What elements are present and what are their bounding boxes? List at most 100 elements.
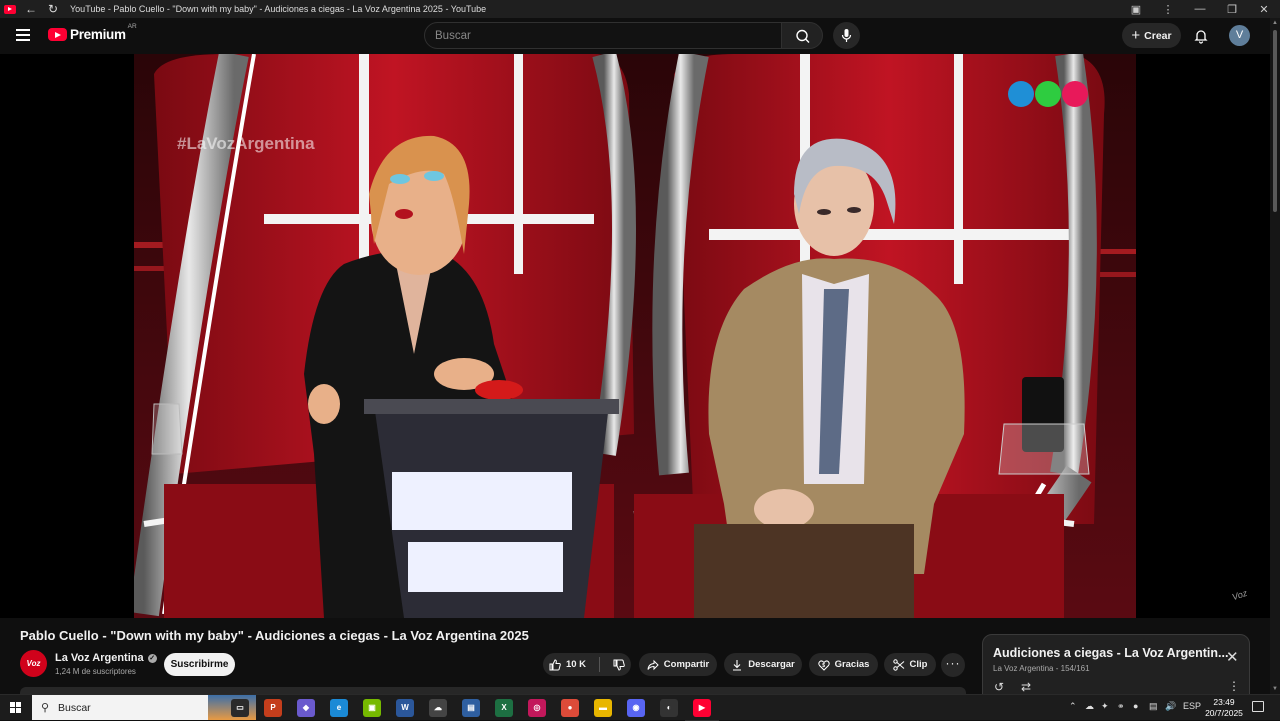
clock-date: 20/7/2025 [1205, 708, 1243, 718]
voice-search-button[interactable] [833, 22, 860, 49]
youtube-favicon-icon [4, 4, 16, 14]
menu-icon[interactable] [16, 29, 30, 41]
taskbar-powerpoint-icon[interactable]: P [264, 699, 282, 717]
video-title: Pablo Cuello - "Down with my baby" - Aud… [20, 628, 529, 643]
windows-start-icon[interactable] [10, 702, 21, 713]
broadcaster-logo-green [1035, 81, 1061, 107]
back-arrow-icon[interactable]: ← [24, 3, 38, 15]
network-icon[interactable]: ▤ [1149, 701, 1158, 712]
volume-icon[interactable]: 🔊 [1165, 701, 1176, 712]
taskbar-steam-app-icon[interactable]: ◐ [660, 699, 678, 717]
window-titlebar: ← ↻ YouTube - Pablo Cuello - "Down with … [0, 0, 1280, 18]
taskbar-storage-app-icon[interactable]: ▤ [462, 699, 480, 717]
channel-name[interactable]: La Voz Argentina [55, 652, 144, 664]
close-icon[interactable]: ✕ [1248, 3, 1280, 16]
search-button[interactable] [781, 22, 823, 49]
channel-avatar[interactable]: Voz [20, 650, 47, 677]
loop-icon[interactable]: ↺ [994, 680, 1004, 694]
channel-name-row[interactable]: La Voz Argentina ✓ [55, 652, 157, 664]
search-icon [796, 29, 810, 43]
taskbar-media-app-icon[interactable]: ◎ [528, 699, 546, 717]
create-button[interactable]: + Crear [1122, 23, 1181, 48]
like-count[interactable]: 10 K [566, 659, 586, 670]
search-input[interactable] [425, 23, 781, 48]
playlist-channel[interactable]: La Voz Argentina [993, 664, 1054, 673]
taskbar-discord-icon[interactable]: ◉ [627, 699, 645, 717]
reload-icon[interactable]: ↻ [46, 3, 60, 15]
taskbar-excel-icon[interactable]: X [495, 699, 513, 717]
search-box [424, 22, 782, 49]
browser-menu-icon[interactable]: ⋮ [1152, 3, 1184, 16]
masthead: Premium AR + Crear V [0, 18, 1270, 54]
minimize-icon[interactable]: — [1184, 3, 1216, 15]
usb-icon[interactable]: ⚭ [1117, 701, 1125, 712]
verified-check-icon: ✓ [147, 653, 157, 663]
restore-icon[interactable]: ❐ [1216, 3, 1248, 16]
video-overlay-hashtag: #LaVozArgentina [177, 134, 315, 153]
country-code: AR [127, 23, 137, 30]
share-icon [647, 659, 659, 670]
playlist-more-icon[interactable]: ⋮ [1228, 679, 1240, 693]
thanks-heart-icon: $ [817, 659, 830, 671]
taskbar-search-label: Buscar [58, 702, 91, 714]
youtube-play-icon [48, 28, 67, 41]
scissors-icon [892, 658, 904, 671]
taskbar-file-explorer-icon[interactable]: ▬ [594, 699, 612, 717]
plus-icon: + [1131, 26, 1141, 44]
more-actions-icon[interactable]: ··· [941, 653, 965, 677]
tray-overflow-icon[interactable]: ⌃ [1069, 701, 1077, 712]
scrollbar-thumb[interactable] [1273, 30, 1277, 212]
youtube-premium-logo[interactable]: Premium AR [48, 23, 137, 42]
notifications-bell-icon[interactable] [1193, 28, 1209, 44]
logo-text: Premium [70, 27, 126, 42]
playlist-position: 154/161 [1060, 664, 1090, 673]
clip-label: Clip [909, 659, 928, 670]
thanks-button[interactable]: $ Gracias [809, 653, 878, 676]
taskbar-nvidia-icon[interactable]: ▣ [363, 699, 381, 717]
taskbar-chrome-icon[interactable]: ● [561, 699, 579, 717]
taskbar-word-icon[interactable]: W [396, 699, 414, 717]
taskbar-search[interactable]: ⚲ Buscar [32, 695, 256, 720]
download-label: Descargar [748, 659, 795, 670]
like-dislike-group: 10 K [543, 653, 631, 676]
mic-tray-icon[interactable]: ● [1133, 701, 1138, 711]
broadcaster-logo-blue [1008, 81, 1034, 107]
extensions-icon[interactable]: ▣ [1120, 3, 1152, 16]
playlist-title[interactable]: Audiciones a ciegas - La Voz Argentin... [993, 646, 1228, 660]
language-indicator[interactable]: ESP [1183, 701, 1201, 711]
taskbar-clock[interactable]: 23:49 20/7/2025 [1204, 697, 1244, 719]
onedrive-icon[interactable]: ☁ [1085, 701, 1094, 712]
shuffle-icon[interactable]: ⇄ [1021, 680, 1031, 694]
download-button[interactable]: Descargar [724, 653, 802, 676]
subscribe-button[interactable]: Suscribirme [164, 653, 235, 676]
taskbar-copilot-icon[interactable]: ◆ [297, 699, 315, 717]
like-separator [599, 657, 601, 672]
playlist-meta: La Voz Argentina - 154/161 [993, 664, 1090, 673]
like-icon[interactable] [549, 658, 561, 671]
playlist-panel[interactable]: Audiciones a ciegas - La Voz Argentin...… [982, 634, 1250, 699]
window-title: YouTube - Pablo Cuello - "Down with my b… [70, 4, 487, 14]
clip-button[interactable]: Clip [884, 653, 936, 676]
video-player[interactable]: #LaVozArgentina [0, 54, 1270, 618]
taskbar-youtube-icon[interactable]: ▶ [685, 695, 719, 721]
taskbar-edge-icon[interactable]: e [330, 699, 348, 717]
thanks-label: Gracias [834, 659, 870, 670]
close-playlist-icon[interactable]: ✕ [1226, 650, 1239, 665]
taskbar-search-icon: ⚲ [41, 702, 50, 714]
page-scrollbar[interactable]: ▲ ▼ [1270, 18, 1280, 694]
microphone-icon [841, 29, 852, 42]
taskbar-cloud-app-icon[interactable]: ☁ [429, 699, 447, 717]
taskbar-task-view-icon[interactable]: ▭ [231, 699, 249, 717]
windows-taskbar: ⚲ Buscar ▭ P ◆ e ▣ W ☁ ▤ X ◎ ● ▬ ◉ ◐ ▶ ⌃ ☁ ✦ ⚭ ● ▤ 🔊 E… [0, 694, 1280, 721]
share-button[interactable]: Compartir [639, 653, 717, 676]
bluetooth-icon[interactable]: ✦ [1101, 701, 1109, 712]
scroll-down-icon[interactable]: ▼ [1272, 686, 1278, 692]
account-avatar[interactable]: V [1229, 25, 1250, 46]
svg-text:$: $ [822, 663, 825, 669]
notifications-icon[interactable] [1252, 701, 1264, 712]
clock-time: 23:49 [1213, 697, 1235, 707]
create-label: Crear [1144, 29, 1172, 42]
broadcaster-logo-pink [1062, 81, 1088, 107]
dislike-icon[interactable] [613, 659, 625, 671]
scroll-up-icon[interactable]: ▲ [1272, 20, 1278, 26]
